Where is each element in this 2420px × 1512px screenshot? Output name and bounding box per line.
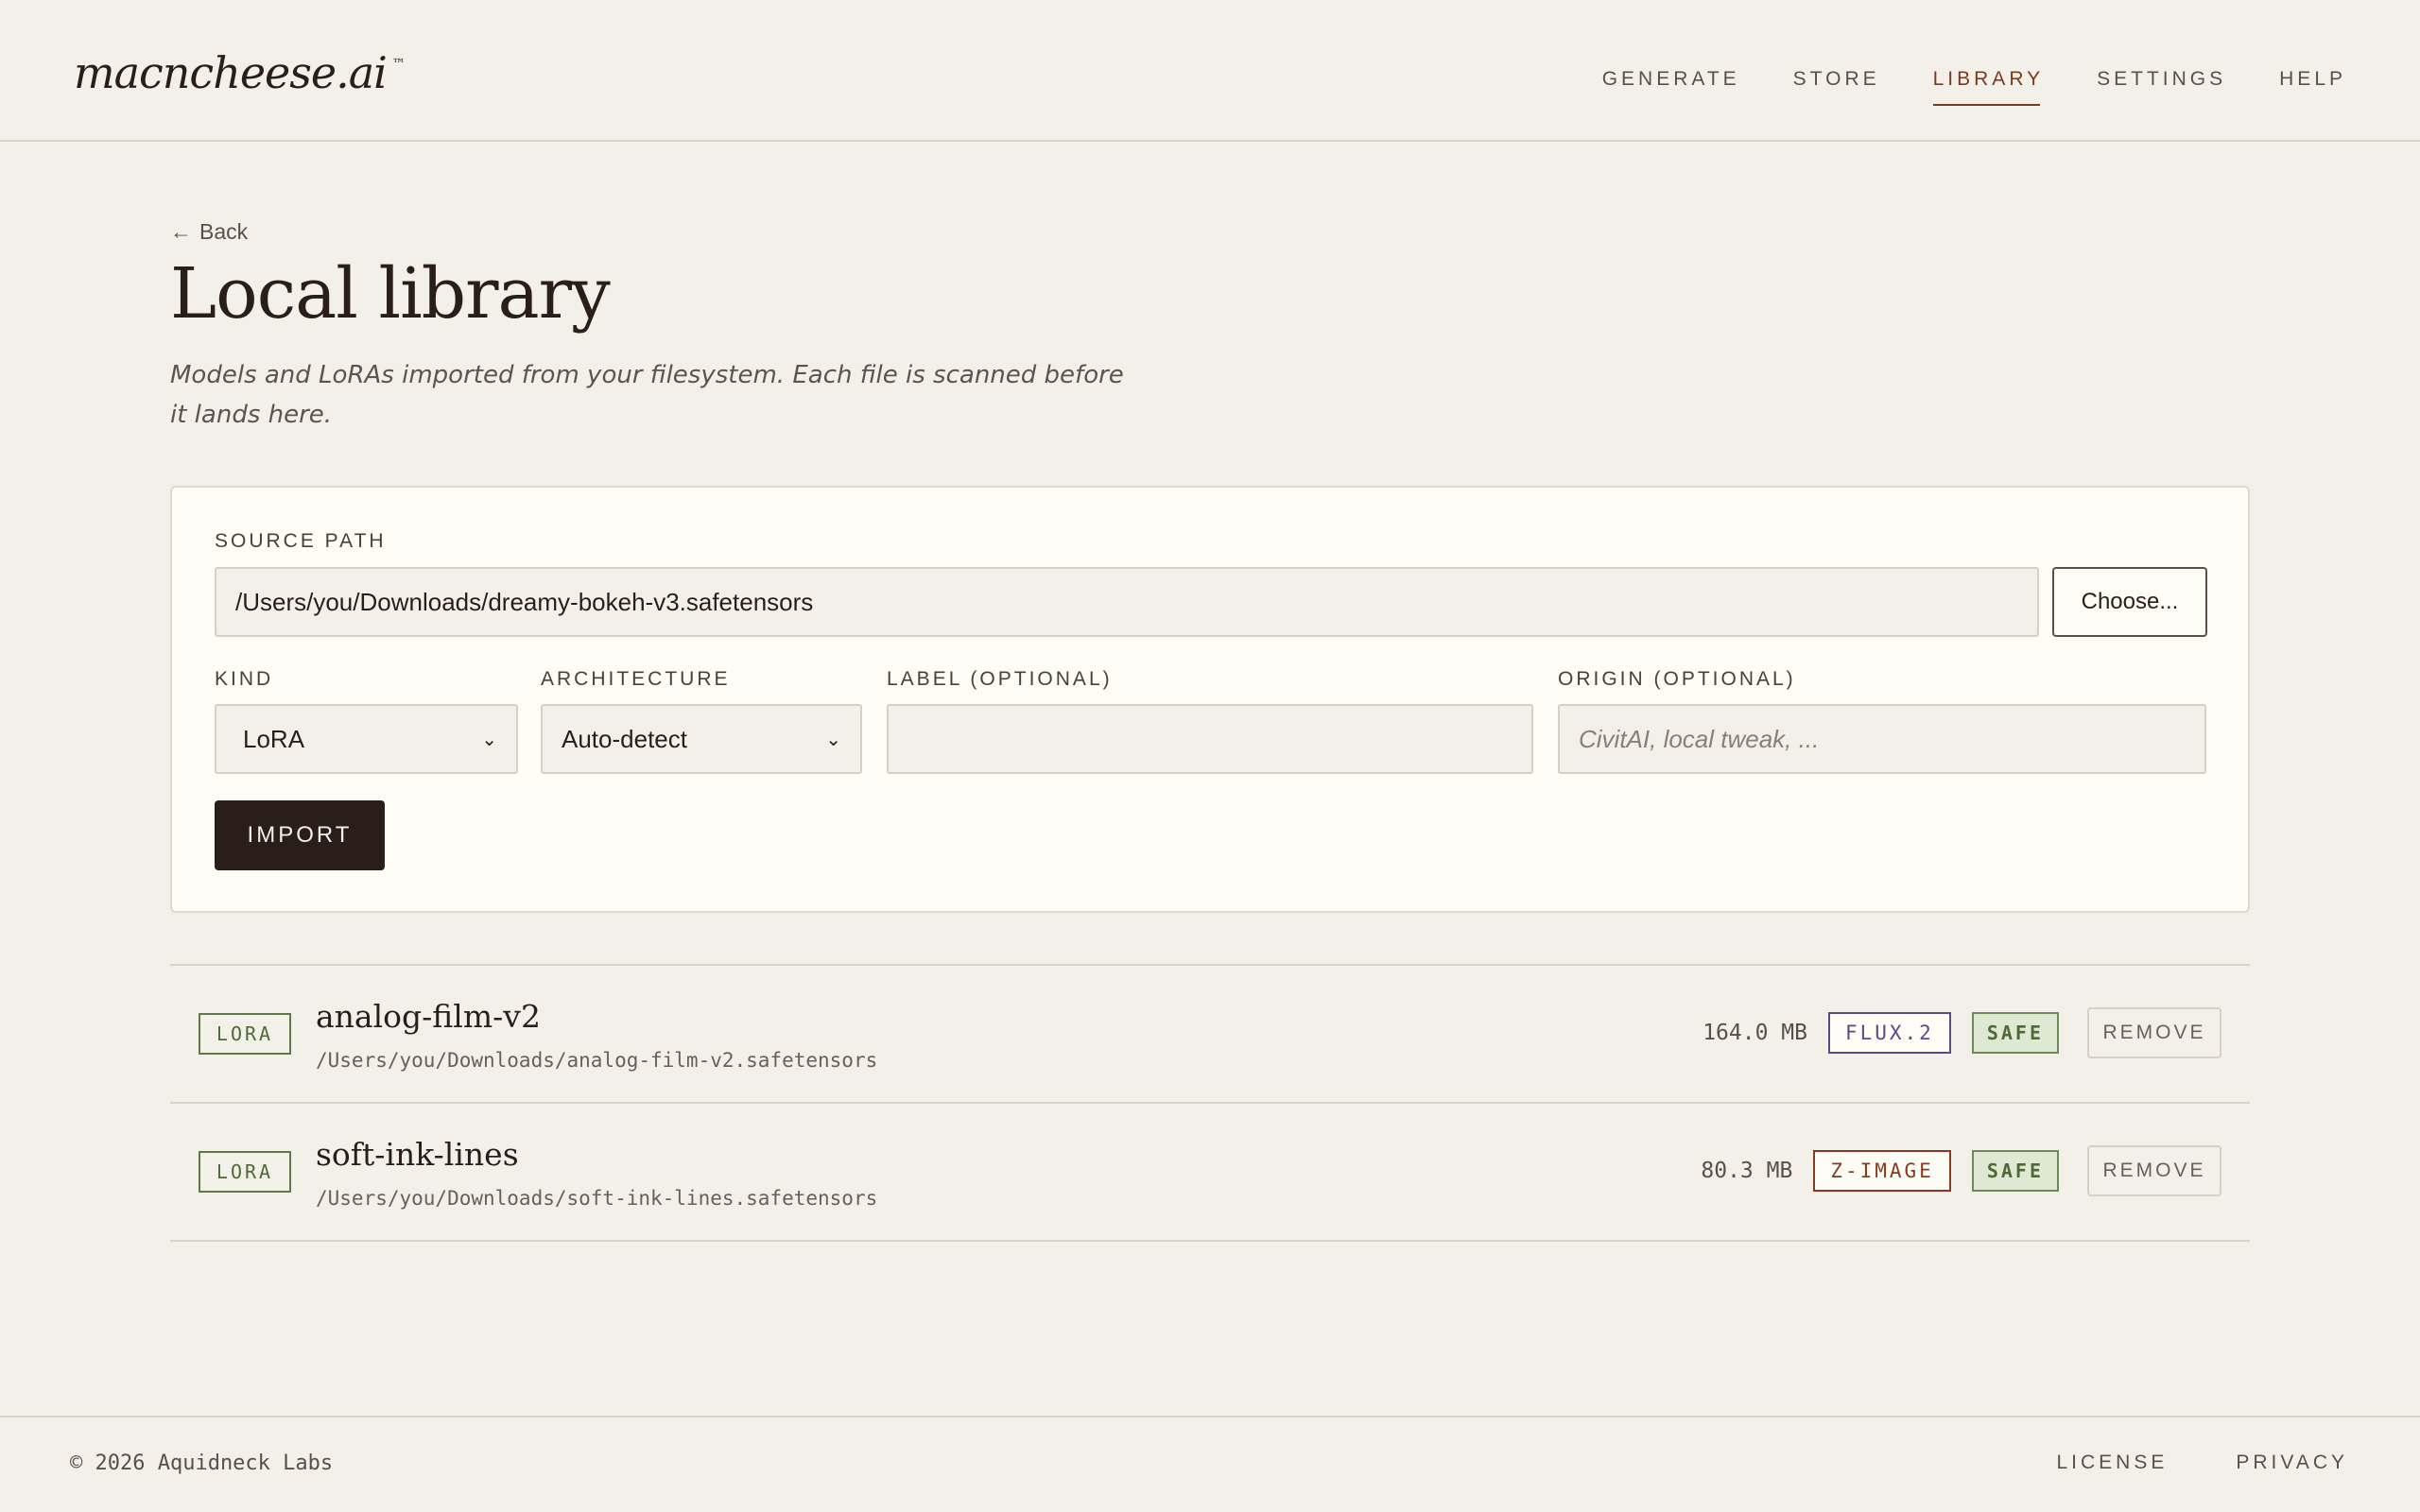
architecture-select[interactable]: Auto-detect ⌄	[541, 704, 862, 774]
page-title: Local library	[170, 253, 611, 335]
item-path: /Users/you/Downloads/soft-ink-lines.safe…	[316, 1187, 878, 1210]
chevron-down-icon: ⌄	[481, 729, 497, 750]
item-meta: 80.3 MB Z-IMAGE SAFE REMOVE	[1701, 1145, 2221, 1196]
source-path-label: SOURCE PATH	[215, 530, 387, 552]
source-path-input[interactable]: /Users/you/Downloads/dreamy-bokeh-v3.saf…	[215, 567, 2039, 637]
item-size: 164.0 MB	[1703, 1021, 1807, 1045]
footer: © 2026 Aquidneck Labs LICENSE PRIVACY	[0, 1416, 2420, 1512]
item-path: /Users/you/Downloads/analog-film-v2.safe…	[316, 1049, 878, 1072]
nav-settings[interactable]: SETTINGS	[2097, 68, 2226, 91]
main-nav: GENERATE STORE LIBRARY SETTINGS HELP	[1602, 68, 2346, 106]
brand-logo[interactable]: macncheese.ai ™	[74, 47, 406, 98]
list-item: LORA soft-ink-lines /Users/you/Downloads…	[170, 1104, 2250, 1242]
page-subtitle: Models and LoRAs imported from your file…	[170, 361, 1124, 429]
nav-help[interactable]: HELP	[2279, 68, 2346, 91]
item-name: soft-ink-lines	[316, 1136, 519, 1173]
trademark-mark: ™	[391, 57, 406, 72]
remove-button[interactable]: REMOVE	[2087, 1007, 2221, 1058]
label-input[interactable]	[887, 704, 1533, 774]
source-path-value: /Users/you/Downloads/dreamy-bokeh-v3.saf…	[235, 587, 814, 616]
library-list: LORA analog-film-v2 /Users/you/Downloads…	[170, 964, 2250, 1242]
top-bar: macncheese.ai ™ GENERATE STORE LIBRARY SE…	[0, 0, 2420, 142]
list-item: LORA analog-film-v2 /Users/you/Downloads…	[170, 966, 2250, 1104]
choose-button[interactable]: Choose...	[2052, 567, 2207, 637]
kind-badge: LORA	[199, 1013, 291, 1055]
import-card	[170, 486, 2250, 913]
nav-library[interactable]: LIBRARY	[1932, 68, 2045, 106]
back-link[interactable]: ← Back	[170, 219, 248, 245]
footer-links: LICENSE PRIVACY	[2056, 1452, 2348, 1474]
kind-select[interactable]: LoRA ⌄	[215, 704, 518, 774]
kind-label: KIND	[215, 668, 274, 690]
label-field-label: LABEL (OPTIONAL)	[887, 668, 1113, 690]
status-badge: SAFE	[1971, 1012, 2059, 1054]
item-size: 80.3 MB	[1701, 1159, 1793, 1183]
origin-field-label: ORIGIN (OPTIONAL)	[1558, 668, 1796, 690]
kind-badge: LORA	[199, 1151, 291, 1193]
arch-badge: FLUX.2	[1827, 1012, 1951, 1054]
arch-badge: Z-IMAGE	[1813, 1150, 1951, 1192]
arrow-left-icon: ←	[170, 219, 192, 244]
chevron-down-icon: ⌄	[825, 729, 841, 750]
back-label: Back	[199, 219, 249, 244]
nav-generate[interactable]: GENERATE	[1602, 68, 1740, 91]
license-link[interactable]: LICENSE	[2056, 1452, 2168, 1474]
origin-input[interactable]: CivitAI, local tweak, ...	[1558, 704, 2206, 774]
kind-selected: LoRA	[243, 724, 305, 753]
import-button[interactable]: IMPORT	[215, 800, 385, 870]
architecture-label: ARCHITECTURE	[541, 668, 731, 690]
brand-name: macncheese.ai	[74, 47, 388, 98]
status-badge: SAFE	[1971, 1150, 2059, 1192]
origin-placeholder: CivitAI, local tweak, ...	[1579, 724, 1820, 753]
privacy-link[interactable]: PRIVACY	[2236, 1452, 2348, 1474]
item-meta: 164.0 MB FLUX.2 SAFE REMOVE	[1703, 1007, 2221, 1058]
architecture-selected: Auto-detect	[562, 724, 687, 753]
remove-button[interactable]: REMOVE	[2087, 1145, 2221, 1196]
copyright: © 2026 Aquidneck Labs	[70, 1452, 334, 1475]
item-name: analog-film-v2	[316, 998, 541, 1035]
nav-store[interactable]: STORE	[1793, 68, 1880, 91]
